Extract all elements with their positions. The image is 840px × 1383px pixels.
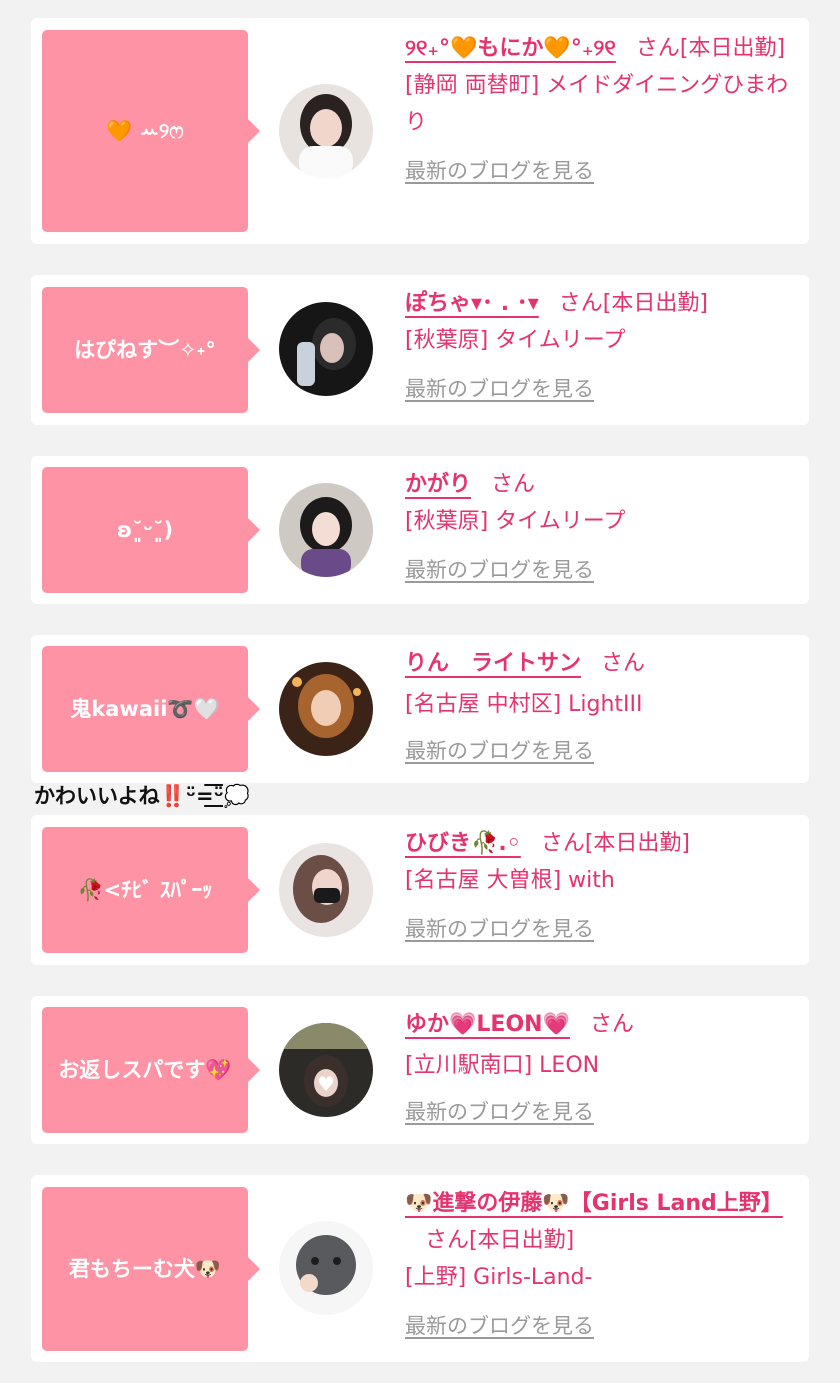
message-bubble: お返しスパです💖: [42, 1007, 260, 1133]
message-bubble: 🧡 ꕀ୨ෆ: [42, 30, 260, 232]
message-card: お返しスパです💖 ♥ ゆか💗LEON💗 さん [立川駅南口] LEON 最新のブロ…: [31, 996, 809, 1144]
entry-info: ゆか💗LEON💗 さん [立川駅南口] LEON 最新のブログを見る: [405, 1006, 797, 1131]
svg-text:♥: ♥: [317, 1072, 335, 1096]
user-name-link[interactable]: りん ライトサン: [405, 651, 581, 676]
honorific: さん: [558, 291, 603, 316]
shop-location: [立川駅南口] LEON: [405, 1053, 600, 1078]
latest-blog-link[interactable]: 最新のブログを見る: [405, 1308, 797, 1345]
message-card: 君もちーむ犬🐶 🐶進撃の伊藤🐶【Girls Land上野】さん[本日出勤] [上…: [31, 1175, 809, 1362]
user-avatar[interactable]: [279, 843, 373, 937]
honorific: さん: [491, 472, 536, 497]
user-avatar[interactable]: [279, 662, 373, 756]
message-card: ʚ˘͈ᵕ˘͈) かがり さん [秋葉原] タイムリープ 最新のブログを見る: [31, 456, 809, 604]
separator-caption: かわいいよね‼️ᵕ̈=͟͟͞ᵕ̈💭: [34, 784, 250, 808]
user-name-link[interactable]: 🐶進撃の伊藤🐶【Girls Land上野】: [405, 1191, 783, 1216]
message-bubble: はぴねす︶✧˖°: [42, 287, 260, 413]
entry-info: ひびき🥀.◦ さん[本日出勤] [名古屋 大曽根] with 最新のブログを見る: [405, 825, 797, 948]
honorific: さん: [425, 1228, 470, 1253]
latest-blog-link[interactable]: 最新のブログを見る: [405, 1094, 797, 1131]
user-avatar[interactable]: [279, 483, 373, 577]
user-name-link[interactable]: ぽちゃ▾･ . ･▾: [405, 291, 539, 316]
message-card: 🥀<ﾁﾋﾞ ｽﾊﾟｰｯ ひびき🥀.◦ さん[本日出勤] [名古屋 大曽根] wit…: [31, 815, 809, 965]
entry-info: かがり さん [秋葉原] タイムリープ 最新のブログを見る: [405, 466, 797, 589]
latest-blog-link[interactable]: 最新のブログを見る: [405, 733, 797, 770]
message-bubble: 鬼kawaii➰🤍: [42, 646, 260, 772]
user-name-link[interactable]: かがり: [405, 472, 471, 497]
latest-blog-link[interactable]: 最新のブログを見る: [405, 153, 797, 190]
entry-info: 🐶進撃の伊藤🐶【Girls Land上野】さん[本日出勤] [上野] Girls…: [405, 1185, 797, 1345]
user-name-link[interactable]: ゆか💗LEON💗: [405, 1012, 570, 1037]
work-status-tag: [本日出勤]: [679, 36, 786, 61]
work-status-tag: [本日出勤]: [584, 831, 690, 856]
latest-blog-link[interactable]: 最新のブログを見る: [405, 371, 797, 408]
user-avatar[interactable]: ♥: [279, 1023, 373, 1117]
honorific: さん: [601, 651, 646, 676]
message-bubble: 君もちーむ犬🐶: [42, 1187, 260, 1351]
honorific: さん: [540, 831, 585, 856]
user-avatar[interactable]: [279, 84, 373, 178]
work-status-tag: [本日出勤]: [469, 1228, 575, 1253]
latest-blog-link[interactable]: 最新のブログを見る: [405, 911, 797, 948]
shop-location: [名古屋 大曽根] with: [405, 868, 615, 893]
shop-location: [秋葉原] タイムリープ: [405, 328, 626, 353]
message-card: はぴねす︶✧˖° ぽちゃ▾･ . ･▾ さん[本日出勤] [秋葉原] タイムリープ…: [31, 275, 809, 425]
shop-location: [静岡 両替町] メイドダイニングひまわり: [405, 73, 789, 135]
shop-location: [上野] Girls-Land-: [405, 1265, 593, 1290]
honorific: さん: [635, 36, 680, 61]
entry-info: ぽちゃ▾･ . ･▾ さん[本日出勤] [秋葉原] タイムリープ 最新のブログを見…: [405, 285, 797, 408]
user-name-link[interactable]: ୨୧₊°🧡もにか🧡°₊୨୧: [405, 36, 616, 61]
message-card: 鬼kawaii➰🤍 りん ライトサン さん [名古屋 中村区] LightIII …: [31, 635, 809, 783]
message-bubble: 🥀<ﾁﾋﾞ ｽﾊﾟｰｯ: [42, 827, 260, 953]
work-status-tag: [本日出勤]: [602, 291, 708, 316]
shop-location: [名古屋 中村区] LightIII: [405, 692, 643, 717]
message-card: 🧡 ꕀ୨ෆ ୨୧₊°🧡もにか🧡°₊୨୧ さん[本日出勤] [静岡 両替町] メイド…: [31, 18, 809, 244]
honorific: さん: [589, 1012, 634, 1037]
entry-info: ୨୧₊°🧡もにか🧡°₊୨୧ さん[本日出勤] [静岡 両替町] メイドダイニングひ…: [405, 30, 797, 190]
user-name-link[interactable]: ひびき🥀.◦: [405, 831, 521, 856]
user-avatar[interactable]: [279, 302, 373, 396]
user-avatar[interactable]: [279, 1221, 373, 1315]
message-bubble: ʚ˘͈ᵕ˘͈): [42, 467, 260, 593]
shop-location: [秋葉原] タイムリープ: [405, 509, 626, 534]
entry-info: りん ライトサン さん [名古屋 中村区] LightIII 最新のブログを見る: [405, 645, 797, 770]
latest-blog-link[interactable]: 最新のブログを見る: [405, 552, 797, 589]
